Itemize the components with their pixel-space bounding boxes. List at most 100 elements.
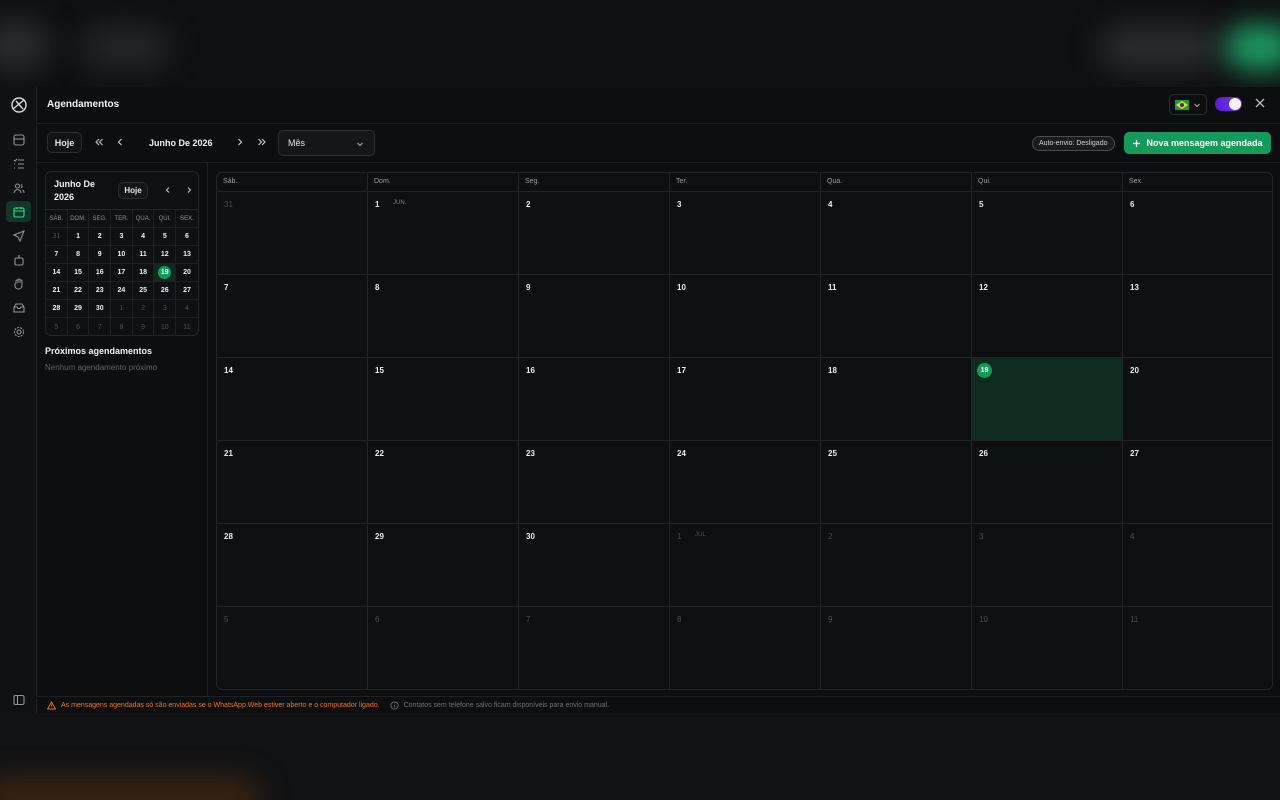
day-cell[interactable]: 14 <box>217 358 368 440</box>
mini-day[interactable]: 30 <box>89 300 112 317</box>
bot-icon[interactable] <box>10 251 27 268</box>
mini-day[interactable]: 2 <box>89 228 112 245</box>
day-cell[interactable]: 8 <box>368 275 519 357</box>
mini-day[interactable]: 8 <box>68 246 90 263</box>
mini-day[interactable]: 3 <box>154 300 177 317</box>
day-cell[interactable]: 1 JUL. <box>670 524 821 606</box>
mini-day[interactable]: 1 <box>68 228 90 245</box>
new-scheduled-message-button[interactable]: Nova mensagem agendada <box>1124 132 1271 154</box>
day-cell[interactable]: 7 <box>519 607 670 689</box>
day-cell[interactable]: 1 JUN. <box>368 192 519 274</box>
day-cell[interactable]: 10 <box>972 607 1123 689</box>
day-cell[interactable]: 6 <box>1123 192 1272 274</box>
day-cell[interactable]: 30 <box>519 524 670 606</box>
hand-icon[interactable] <box>10 275 27 292</box>
day-cell[interactable]: 10 <box>670 275 821 357</box>
view-mode-select[interactable]: Mês <box>278 130 375 156</box>
calendar-icon[interactable] <box>6 201 31 222</box>
mini-day[interactable]: 29 <box>68 300 90 317</box>
mini-day[interactable]: 10 <box>111 246 133 263</box>
mini-day-today[interactable]: 19 <box>154 264 177 281</box>
day-cell[interactable]: 4 <box>1123 524 1272 606</box>
mini-day[interactable]: 11 <box>176 318 198 336</box>
day-cell[interactable]: 28 <box>217 524 368 606</box>
mini-day[interactable]: 21 <box>46 282 68 299</box>
mini-day[interactable]: 20 <box>176 264 198 281</box>
mini-day[interactable]: 9 <box>133 318 155 336</box>
chevron-left-icon[interactable] <box>163 185 173 195</box>
mini-day[interactable]: 28 <box>46 300 68 317</box>
day-cell[interactable]: 2 <box>519 192 670 274</box>
auto-send-status-badge[interactable]: Auto-envio: Desligado <box>1032 136 1115 151</box>
day-cell[interactable]: 8 <box>670 607 821 689</box>
day-cell[interactable]: 7 <box>217 275 368 357</box>
day-cell[interactable]: 25 <box>821 441 972 523</box>
day-cell[interactable]: 29 <box>368 524 519 606</box>
mini-day[interactable]: 5 <box>46 318 68 336</box>
mini-day[interactable]: 27 <box>176 282 198 299</box>
mini-day[interactable]: 31 <box>46 228 68 245</box>
mini-day[interactable]: 5 <box>154 228 177 245</box>
mini-day[interactable]: 7 <box>89 318 112 336</box>
inbox-icon[interactable] <box>10 131 27 148</box>
mini-day[interactable]: 25 <box>133 282 155 299</box>
mini-day[interactable]: 4 <box>176 300 198 317</box>
mini-day[interactable]: 6 <box>68 318 90 336</box>
mini-day[interactable]: 2 <box>133 300 155 317</box>
mini-day[interactable]: 17 <box>111 264 133 281</box>
mini-day[interactable]: 16 <box>89 264 112 281</box>
mini-day[interactable]: 24 <box>111 282 133 299</box>
day-cell[interactable]: 12 <box>972 275 1123 357</box>
theme-toggle[interactable] <box>1215 97 1242 111</box>
mini-day[interactable]: 18 <box>133 264 155 281</box>
day-cell[interactable]: 4 <box>821 192 972 274</box>
double-chevron-left-icon[interactable] <box>93 136 105 148</box>
mini-day[interactable]: 22 <box>68 282 90 299</box>
day-cell[interactable]: 11 <box>1123 607 1272 689</box>
day-cell[interactable]: 2 <box>821 524 972 606</box>
mini-day[interactable]: 4 <box>133 228 155 245</box>
day-cell[interactable]: 20 <box>1123 358 1272 440</box>
chevron-left-icon[interactable] <box>114 136 126 148</box>
day-cell[interactable]: 3 <box>670 192 821 274</box>
day-cell[interactable]: 18 <box>821 358 972 440</box>
day-cell[interactable]: 24 <box>670 441 821 523</box>
mini-day[interactable]: 3 <box>111 228 133 245</box>
list-check-icon[interactable] <box>10 155 27 172</box>
mini-day[interactable]: 1 <box>111 300 133 317</box>
mini-day[interactable]: 8 <box>111 318 133 336</box>
day-cell[interactable]: 5 <box>972 192 1123 274</box>
day-cell[interactable]: 23 <box>519 441 670 523</box>
close-icon[interactable] <box>1253 96 1267 110</box>
contacts-icon[interactable] <box>10 179 27 196</box>
mini-day[interactable]: 23 <box>89 282 112 299</box>
chevron-right-icon[interactable] <box>234 136 246 148</box>
day-cell[interactable]: 3 <box>972 524 1123 606</box>
day-cell[interactable]: 13 <box>1123 275 1272 357</box>
language-selector[interactable] <box>1169 94 1207 115</box>
mini-day[interactable]: 12 <box>154 246 177 263</box>
mini-day[interactable]: 15 <box>68 264 90 281</box>
sidebar-toggle-icon[interactable] <box>10 691 27 708</box>
today-button[interactable]: Hoje <box>47 132 82 153</box>
day-cell[interactable]: 9 <box>821 607 972 689</box>
mini-day[interactable]: 26 <box>154 282 177 299</box>
mini-day[interactable]: 10 <box>154 318 177 336</box>
day-cell[interactable]: 5 <box>217 607 368 689</box>
day-cell[interactable]: 17 <box>670 358 821 440</box>
app-logo-icon[interactable] <box>8 94 29 115</box>
double-chevron-right-icon[interactable] <box>256 136 268 148</box>
send-icon[interactable] <box>10 227 27 244</box>
day-cell[interactable]: 22 <box>368 441 519 523</box>
mini-day[interactable]: 7 <box>46 246 68 263</box>
day-cell[interactable]: 16 <box>519 358 670 440</box>
chevron-right-icon[interactable] <box>184 185 194 195</box>
day-cell[interactable]: 11 <box>821 275 972 357</box>
day-cell[interactable]: 15 <box>368 358 519 440</box>
mini-day[interactable]: 6 <box>176 228 198 245</box>
mini-day[interactable]: 14 <box>46 264 68 281</box>
mini-today-button[interactable]: Hoje <box>118 182 148 199</box>
day-cell[interactable]: 27 <box>1123 441 1272 523</box>
mini-day[interactable]: 13 <box>176 246 198 263</box>
day-cell[interactable]: 21 <box>217 441 368 523</box>
